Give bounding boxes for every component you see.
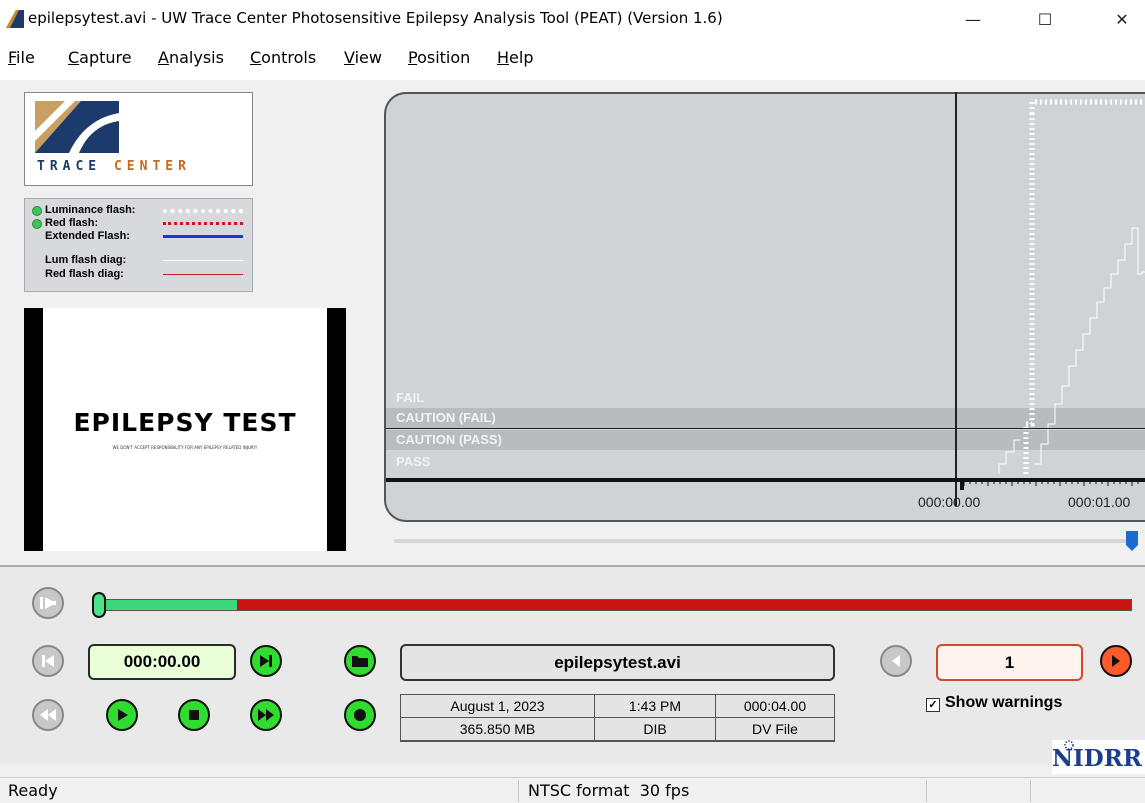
status-text: Ready: [8, 781, 58, 800]
red-flash-indicator-icon: [32, 219, 42, 229]
status-separator: [1030, 780, 1031, 802]
menu-capture[interactable]: Capture: [68, 48, 132, 67]
show-warnings-checkbox[interactable]: ✓ Show warnings: [926, 694, 1062, 712]
stop-icon: [189, 710, 199, 720]
left-arrow-icon: [892, 655, 900, 667]
graph-threshold-line: [386, 428, 1145, 429]
status-bar: Ready NTSC format 30 fps: [0, 777, 1145, 803]
status-separator: [926, 780, 927, 802]
status-format: NTSC format 30 fps: [528, 781, 690, 800]
legend-lum-diag-line: [163, 260, 243, 261]
close-button[interactable]: ✕: [1099, 0, 1145, 38]
checkbox-checked-icon: ✓: [926, 698, 940, 712]
next-warning-button[interactable]: [1100, 645, 1132, 677]
record-button[interactable]: [344, 699, 376, 731]
info-date: August 1, 2023: [400, 694, 595, 718]
skip-back-button[interactable]: [32, 645, 64, 677]
info-type: DV File: [715, 717, 835, 741]
timeline-track[interactable]: [100, 599, 1132, 611]
trace-center-logo: TRACE CENTER: [24, 92, 253, 186]
info-size: 365.850 MB: [400, 717, 595, 741]
menu-help[interactable]: Help: [497, 48, 533, 67]
video-preview: EPILEPSY TEST WE DON'T ACCEPT RESPONSIBI…: [24, 308, 346, 551]
open-file-button[interactable]: [344, 645, 376, 677]
preview-subtitle: WE DON'T ACCEPT RESPONSIBILITY FOR ANY E…: [112, 445, 258, 450]
warning-count-field: 1: [936, 644, 1083, 681]
status-separator: [518, 780, 519, 802]
file-name-field: epilepsytest.avi: [400, 644, 835, 681]
flash-graph: FAIL CAUTION (FAIL) CAUTION (PASS) PASS: [384, 92, 1145, 522]
fast-forward-button[interactable]: [250, 699, 282, 731]
fast-forward-icon: [258, 709, 274, 721]
right-arrow-icon: [1112, 655, 1120, 667]
logo-word-trace: TRACE: [37, 159, 102, 174]
luminance-trace-top: [1029, 99, 1145, 114]
time-label-start: 000:00.00: [918, 494, 981, 510]
menu-file[interactable]: File: [8, 48, 35, 67]
folder-icon: [352, 656, 368, 667]
title-bar: epilepsytest.avi - UW Trace Center Photo…: [0, 0, 1145, 38]
legend-red-line: [163, 222, 243, 225]
record-icon: [354, 709, 366, 721]
nidrr-text: NIDRR: [1052, 745, 1142, 772]
legend-luminance-line: [163, 209, 243, 213]
menu-controls[interactable]: Controls: [250, 48, 316, 67]
legend-red-diag-line: [163, 274, 243, 275]
graph-traces: [998, 99, 1145, 474]
axis-ticks: [960, 478, 1139, 490]
graph-cursor-line: [955, 92, 957, 506]
logo-text: TRACE CENTER: [37, 159, 191, 174]
timeline-handle[interactable]: [92, 592, 106, 618]
skip-forward-button[interactable]: [250, 645, 282, 677]
info-duration: 000:04.00: [715, 694, 835, 718]
maximize-button[interactable]: ☐: [1022, 0, 1068, 38]
lum-diag-trace-early: [998, 439, 1020, 474]
graph-legend: Luminance flash: Red flash: Extended Fla…: [24, 198, 253, 292]
legend-red-label: Red flash:: [45, 217, 99, 229]
legend-lum-diag-label: Lum flash diag:: [45, 254, 127, 266]
go-to-start-button[interactable]: [32, 587, 64, 619]
graph-scroll-track[interactable]: [394, 539, 1129, 543]
menu-view[interactable]: View: [344, 48, 382, 67]
play-icon: [118, 709, 128, 721]
rewind-icon: [40, 709, 56, 721]
stop-button[interactable]: [178, 699, 210, 731]
nidrr-logo: NIDRR: [1052, 740, 1145, 774]
rewind-button[interactable]: [32, 699, 64, 731]
play-button[interactable]: [106, 699, 138, 731]
show-warnings-label: Show warnings: [945, 694, 1063, 711]
current-time-field[interactable]: 000:00.00: [88, 644, 236, 680]
preview-title: EPILEPSY TEST: [73, 408, 297, 437]
app-icon: [6, 10, 24, 28]
skip-forward-icon: [260, 655, 272, 667]
info-codec: DIB: [594, 717, 716, 741]
graph-scroll-thumb[interactable]: [1126, 531, 1138, 551]
skip-back-icon: [42, 655, 54, 667]
luminance-trace: [1023, 114, 1035, 474]
previous-warning-button[interactable]: [880, 645, 912, 677]
logo-word-center: CENTER: [113, 159, 191, 174]
info-time: 1:43 PM: [594, 694, 716, 718]
time-label-next: 000:01.00: [1068, 494, 1131, 510]
minimize-button[interactable]: —: [950, 0, 996, 38]
go-to-start-icon: [40, 597, 56, 609]
legend-extended-label: Extended Flash:: [45, 230, 130, 242]
legend-luminance-label: Luminance flash:: [45, 204, 136, 216]
legend-red-diag-label: Red flash diag:: [45, 268, 124, 280]
legend-extended-line: [163, 235, 243, 238]
luminance-indicator-icon: [32, 206, 42, 216]
menu-bar: File Capture Analysis Controls View Posi…: [0, 38, 1145, 80]
menu-analysis[interactable]: Analysis: [158, 48, 224, 67]
menu-position[interactable]: Position: [408, 48, 470, 67]
timeline-analyzed-fill: [101, 600, 237, 610]
window-title: epilepsytest.avi - UW Trace Center Photo…: [28, 9, 723, 27]
trace-logo-icon: [35, 101, 119, 153]
